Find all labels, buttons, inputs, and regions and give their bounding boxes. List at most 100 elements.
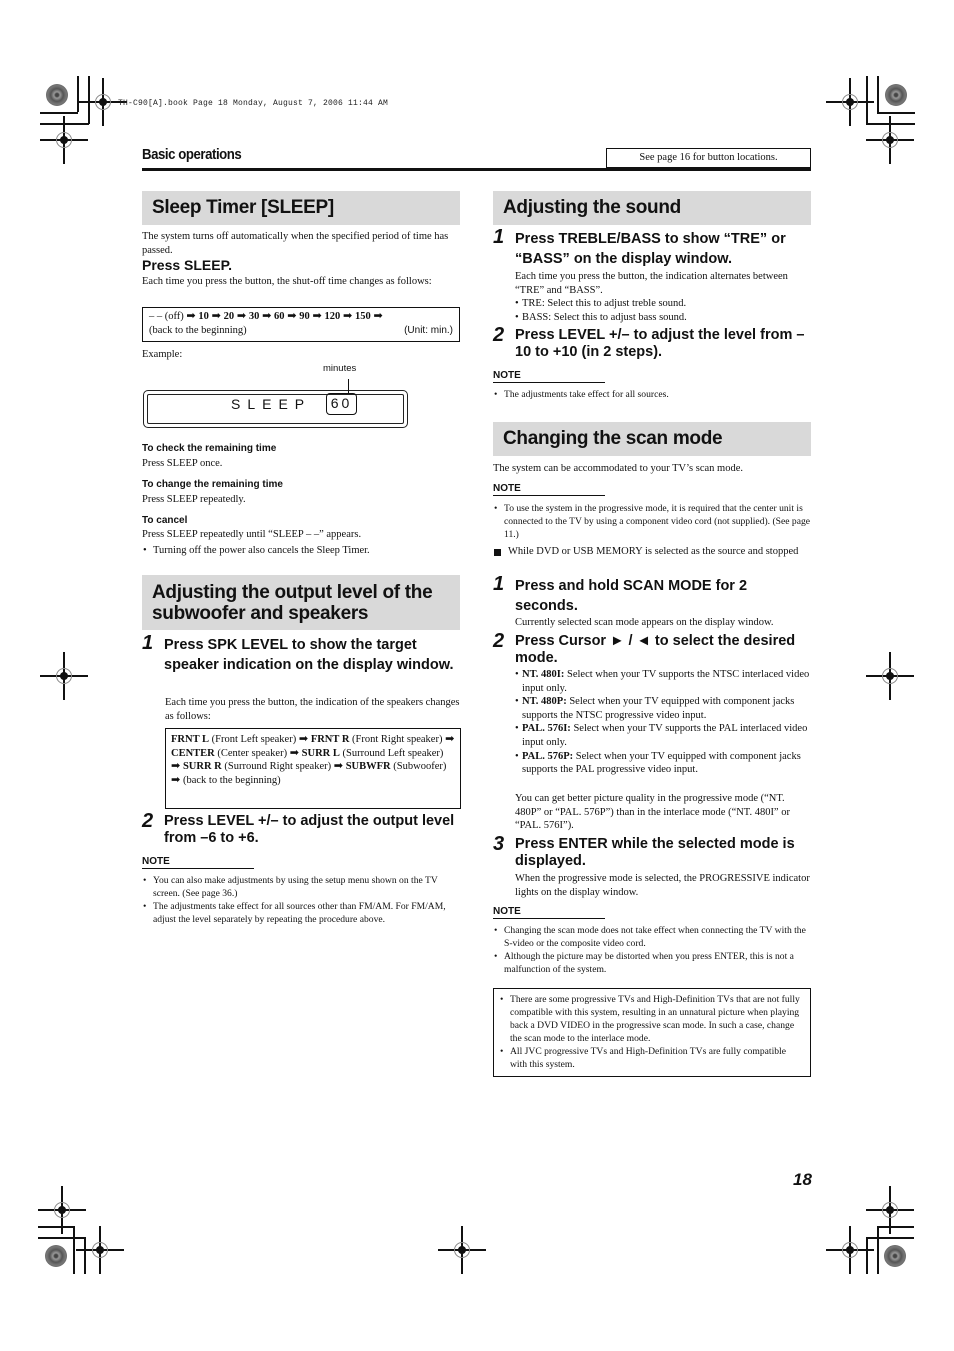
registration-mark-icon — [826, 1226, 874, 1274]
display-callout: minutes — [323, 363, 357, 374]
scan-notes-2: Changing the scan mode does not take eff… — [493, 924, 811, 976]
sequence-value: 20 — [223, 311, 235, 322]
sequence-end: (back to the beginning) — [149, 324, 247, 336]
arrow-right-icon: ➡ — [208, 310, 224, 322]
speaker-desc: (Center speaker) — [214, 747, 290, 759]
sound-options: TRE: Select this to adjust treble sound.… — [515, 297, 811, 324]
sound-step-1-desc: Each time you press the button, the indi… — [515, 271, 788, 296]
example-label: Example: — [142, 349, 183, 360]
note-item: Although the picture may be distorted wh… — [493, 950, 811, 976]
scan-step-2: 2 Press Cursor ► / ◄ to select the desir… — [493, 630, 811, 667]
step-title: Press Cursor ► / ◄ to select the desired… — [515, 633, 796, 666]
arrow-right-icon: ➡ — [289, 746, 302, 759]
scan-step-3: 3 Press ENTER while the selected mode is… — [493, 833, 811, 870]
output-notes: You can also make adjustments by using t… — [142, 874, 460, 926]
note-item: The adjustments take effect for all sour… — [142, 900, 460, 926]
registration-disc-icon — [45, 1245, 67, 1267]
sequence-start: – – (off) — [149, 311, 187, 322]
scan-mode-options: NT. 480I: Select when your TV supports t… — [515, 668, 811, 777]
compatibility-warning-box: There are some progressive TVs and High-… — [493, 988, 811, 1077]
see-page-box: See page 16 for button locations. — [606, 148, 811, 168]
cancel-text: Press SLEEP repeatedly until “SLEEP – –”… — [142, 529, 362, 540]
arrow-right-icon: ➡ — [234, 310, 249, 322]
step-number: 2 — [493, 630, 505, 652]
speaker-sequence-end: (back to the beginning) — [182, 774, 281, 786]
note-heading: NOTE — [493, 483, 605, 496]
speaker-desc: (Subwoofer) — [390, 761, 447, 773]
display-window-illustration: SLEEP 60 — [143, 379, 408, 428]
scan-step-1: 1 Press and hold SCAN MODE for 2 seconds… — [493, 574, 811, 616]
scan-mode-option: PAL. 576I: Select when your TV supports … — [515, 722, 811, 749]
registration-mark-icon — [40, 652, 88, 700]
sequence-value: 90 — [299, 311, 310, 322]
sequence-value: 30 — [248, 311, 260, 322]
speaker-code: CENTER — [171, 747, 215, 759]
scan-mode-option: NT. 480P: Select when your TV equipped w… — [515, 695, 811, 722]
sequence-unit: (Unit: min.) — [404, 324, 453, 336]
note-item: The adjustments take effect for all sour… — [493, 388, 811, 401]
speaker-desc: (Surround Left speaker) — [339, 747, 444, 759]
registration-mark-icon — [79, 78, 127, 126]
note-heading: NOTE — [142, 856, 254, 869]
mode-name: PAL. 576I: — [522, 723, 574, 735]
note-heading: NOTE — [493, 370, 605, 383]
registration-mark-icon — [76, 1226, 124, 1274]
step-number: 3 — [493, 833, 505, 855]
sound-step-1: 1 Press TREBLE/BASS to show “TRE” or “BA… — [493, 226, 811, 269]
speaker-code: SURR L — [301, 747, 340, 759]
registration-mark-icon — [826, 78, 874, 126]
registration-mark-icon — [38, 1186, 86, 1234]
arrow-right-icon: ➡ — [186, 310, 199, 322]
scan-tip: You can get better picture quality in th… — [515, 793, 790, 832]
square-bullet-icon — [494, 549, 501, 556]
arrow-right-icon: ➡ — [171, 773, 183, 786]
sound-option: BASS: Select this to adjust bass sound. — [515, 311, 811, 325]
change-time-text: Press SLEEP repeatedly. — [142, 494, 246, 505]
scan-mode-option: PAL. 576P: Select when your TV equipped … — [515, 750, 811, 777]
speaker-code: SUBWFR — [345, 761, 391, 773]
registration-disc-icon — [884, 1245, 906, 1267]
arrow-right-icon: ➡ — [309, 310, 325, 322]
mode-name: NT. 480P: — [522, 696, 570, 708]
scan-intro: The system can be accommodated to your T… — [493, 463, 743, 474]
header-rule — [142, 168, 811, 171]
step-title: Press TREBLE/BASS to show “TRE” or “BASS… — [515, 231, 786, 267]
speaker-desc: (Front Right speaker) — [349, 734, 446, 745]
sequence-value: 150 — [354, 311, 371, 322]
step-number: 2 — [142, 810, 154, 832]
sleep-sequence: – – (off) ➡ 10 ➡ 20 ➡ 30 ➡ 60 ➡ 90 ➡ 120… — [149, 310, 453, 324]
check-time-title: To check the remaining time — [142, 443, 277, 454]
sequence-value: 120 — [324, 311, 341, 322]
arrow-right-icon: ➡ — [298, 733, 311, 745]
speaker-code: FRNT R — [310, 734, 350, 745]
condition-text: While DVD or USB MEMORY is selected as t… — [508, 546, 799, 557]
mode-name: PAL. 576P: — [522, 750, 576, 762]
step-title: Press and hold SCAN MODE for 2 seconds. — [515, 578, 748, 614]
scan-condition: While DVD or USB MEMORY is selected as t… — [493, 545, 811, 559]
speaker-desc: (Front Left speaker) — [209, 734, 299, 745]
output-step-2: 2 Press LEVEL +/– to adjust the output l… — [142, 810, 460, 847]
mode-name: NT. 480I: — [522, 669, 568, 680]
step-title: Press LEVEL +/– to adjust the output lev… — [164, 813, 455, 846]
registration-mark-icon — [866, 652, 914, 700]
speaker-code: FRNT L — [171, 734, 210, 745]
scan-mode-option: NT. 480I: Select when your TV supports t… — [515, 668, 811, 695]
sleep-intro: The system turns off automatically when … — [142, 231, 449, 256]
cancel-title: To cancel — [142, 515, 188, 526]
step-number: 1 — [493, 226, 505, 248]
arrow-right-icon: ➡ — [284, 310, 300, 322]
warning-item: There are some progressive TVs and High-… — [499, 993, 805, 1045]
speaker-desc: (Surround Right speaker) — [221, 761, 334, 773]
step-title: Press SPK LEVEL to show the target speak… — [164, 637, 454, 673]
registration-mark-icon — [438, 1226, 486, 1274]
arrow-right-icon: ➡ — [333, 760, 346, 773]
section-label: Basic operations — [142, 146, 242, 163]
speaker-sequence: FRNT L (Front Left speaker) ➡ FRNT R (Fr… — [171, 733, 455, 787]
sound-step-2: 2 Press LEVEL +/– to adjust the level fr… — [493, 325, 811, 361]
press-sleep-desc: Each time you press the button, the shut… — [142, 276, 432, 287]
arrow-right-icon: ➡ — [171, 760, 183, 773]
step-title: Press LEVEL +/– to adjust the level from… — [515, 327, 805, 360]
scan-step-1-desc: Currently selected scan mode appears on … — [515, 617, 774, 628]
registration-mark-icon — [866, 1186, 914, 1234]
arrow-right-icon: ➡ — [370, 310, 383, 322]
